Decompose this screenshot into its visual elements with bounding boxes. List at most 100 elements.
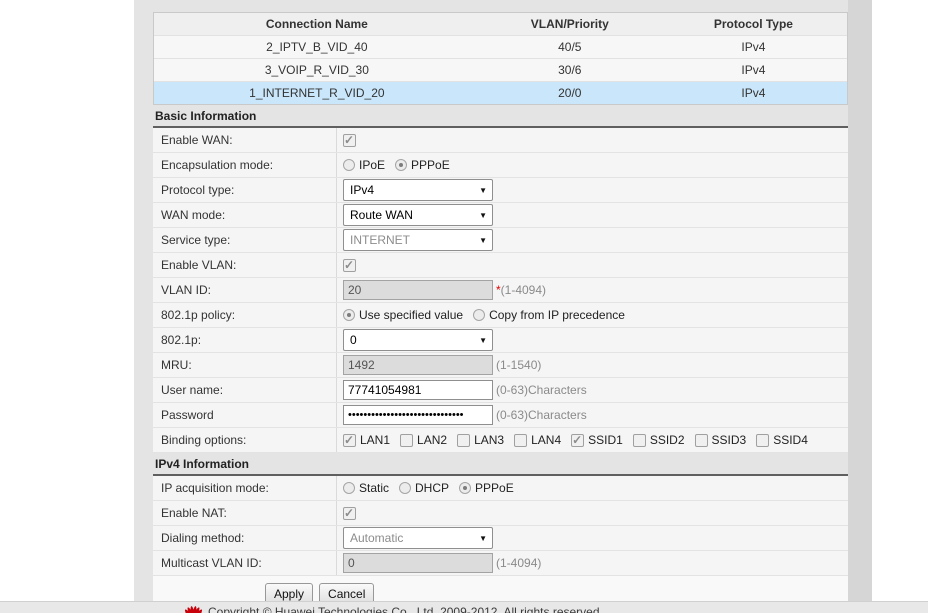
form-row-encapsulation-mode: Encapsulation mode: IPoE PPPoE <box>153 153 848 178</box>
form-row-multicast-vlan-id: Multicast VLAN ID: (1-4094) <box>153 551 848 576</box>
binding-options-label: Binding options: <box>153 428 337 452</box>
ssid4-checkbox[interactable]: ✓ <box>756 434 769 447</box>
copy-from-ip-precedence-radio[interactable] <box>473 309 485 321</box>
ssid1-checkbox[interactable]: ✓ <box>571 434 584 447</box>
form-row-password: Password (0-63)Characters <box>153 403 848 428</box>
vlan-id-input[interactable] <box>343 280 493 300</box>
form-row-binding-options: Binding options: ✓ LAN1 ✓ LAN2 ✓ LAN3 ✓ … <box>153 428 848 453</box>
mru-hint: (1-1540) <box>496 358 541 372</box>
column-header-connection-name: Connection Name <box>154 13 480 35</box>
cell-connection-name: 3_VOIP_R_VID_30 <box>154 59 480 81</box>
service-type-select[interactable]: INTERNET ▼ <box>343 229 493 251</box>
table-row-iptv[interactable]: 2_IPTV_B_VID_40 40/5 IPv4 <box>154 35 847 58</box>
table-row-internet[interactable]: 1_INTERNET_R_VID_20 20/0 IPv4 <box>154 81 847 104</box>
use-specified-value-radio[interactable] <box>343 309 355 321</box>
form-row-mru: MRU: (1-1540) <box>153 353 848 378</box>
lan1-checkbox[interactable]: ✓ <box>343 434 356 447</box>
dialing-method-label: Dialing method: <box>153 526 337 550</box>
cell-vlan-priority: 40/5 <box>480 36 660 58</box>
wan-mode-select[interactable]: Route WAN ▼ <box>343 204 493 226</box>
check-icon: ✓ <box>344 506 354 520</box>
cell-vlan-priority: 20/0 <box>480 82 660 104</box>
form-row-wan-mode: WAN mode: Route WAN ▼ <box>153 203 848 228</box>
form-row-user-name: User name: (0-63)Characters <box>153 378 848 403</box>
service-type-label: Service type: <box>153 228 337 252</box>
enable-nat-checkbox[interactable]: ✓ <box>343 507 356 520</box>
button-row: Apply Cancel <box>153 576 848 604</box>
8021p-select[interactable]: 0 ▼ <box>343 329 493 351</box>
lan2-checkbox[interactable]: ✓ <box>400 434 413 447</box>
ssid2-label: SSID2 <box>650 433 685 447</box>
ssid4-label: SSID4 <box>773 433 808 447</box>
enable-nat-label: Enable NAT: <box>153 501 337 525</box>
dhcp-radio-label: DHCP <box>415 481 449 495</box>
check-icon: ✓ <box>572 433 582 447</box>
huawei-logo-icon <box>185 605 202 613</box>
mru-input[interactable] <box>343 355 493 375</box>
content-panel: Connection Name VLAN/Priority Protocol T… <box>134 0 872 601</box>
form-row-enable-vlan: Enable VLAN: ✓ <box>153 253 848 278</box>
column-header-vlan-priority: VLAN/Priority <box>480 13 660 35</box>
protocol-type-label: Protocol type: <box>153 178 337 202</box>
lan4-label: LAN4 <box>531 433 561 447</box>
multicast-vlan-id-hint: (1-4094) <box>496 556 541 570</box>
user-name-input[interactable] <box>343 380 493 400</box>
check-icon: ✓ <box>344 258 354 272</box>
column-header-protocol-type: Protocol Type <box>660 13 847 35</box>
footer: Copyright © Huawei Technologies Co., Ltd… <box>0 601 928 613</box>
lan3-checkbox[interactable]: ✓ <box>457 434 470 447</box>
pppoe-acquisition-radio-label: PPPoE <box>475 481 514 495</box>
cell-protocol: IPv4 <box>660 36 847 58</box>
check-icon: ✓ <box>344 433 354 447</box>
enable-wan-checkbox[interactable]: ✓ <box>343 134 356 147</box>
table-row-voip[interactable]: 3_VOIP_R_VID_30 30/6 IPv4 <box>154 58 847 81</box>
dhcp-radio[interactable] <box>399 482 411 494</box>
lan4-checkbox[interactable]: ✓ <box>514 434 527 447</box>
cell-protocol: IPv4 <box>660 82 847 104</box>
enable-vlan-checkbox[interactable]: ✓ <box>343 259 356 272</box>
form-row-protocol-type: Protocol type: IPv4 ▼ <box>153 178 848 203</box>
ipoe-radio-label: IPoE <box>359 158 385 172</box>
section-header-basic-information: Basic Information <box>153 105 848 128</box>
user-name-hint: (0-63)Characters <box>496 383 587 397</box>
use-specified-value-label: Use specified value <box>359 308 463 322</box>
protocol-type-value: IPv4 <box>350 183 374 197</box>
password-input[interactable] <box>343 405 493 425</box>
cell-connection-name: 2_IPTV_B_VID_40 <box>154 36 480 58</box>
password-label: Password <box>153 403 337 427</box>
dialing-method-select[interactable]: Automatic ▼ <box>343 527 493 549</box>
service-type-value: INTERNET <box>350 233 410 247</box>
ip-acquisition-mode-label: IP acquisition mode: <box>153 476 337 500</box>
static-radio[interactable] <box>343 482 355 494</box>
chevron-down-icon: ▼ <box>479 528 487 549</box>
section-header-ipv4-information: IPv4 Information <box>153 453 848 476</box>
pppoe-radio-label: PPPoE <box>411 158 450 172</box>
form-row-8021p-policy: 802.1p policy: Use specified value Copy … <box>153 303 848 328</box>
protocol-type-select[interactable]: IPv4 ▼ <box>343 179 493 201</box>
wan-mode-value: Route WAN <box>350 208 413 222</box>
enable-vlan-label: Enable VLAN: <box>153 253 337 277</box>
ssid3-checkbox[interactable]: ✓ <box>695 434 708 447</box>
chevron-down-icon: ▼ <box>479 330 487 351</box>
chevron-down-icon: ▼ <box>479 230 487 251</box>
form-row-ip-acquisition-mode: IP acquisition mode: Static DHCP PPPoE <box>153 476 848 501</box>
lan2-label: LAN2 <box>417 433 447 447</box>
mru-label: MRU: <box>153 353 337 377</box>
pppoe-radio[interactable] <box>395 159 407 171</box>
ssid2-checkbox[interactable]: ✓ <box>633 434 646 447</box>
copy-from-ip-precedence-label: Copy from IP precedence <box>489 308 625 322</box>
form-row-service-type: Service type: INTERNET ▼ <box>153 228 848 253</box>
ssid1-label: SSID1 <box>588 433 623 447</box>
enable-wan-label: Enable WAN: <box>153 128 337 152</box>
lan3-label: LAN3 <box>474 433 504 447</box>
form-row-enable-wan: Enable WAN: ✓ <box>153 128 848 153</box>
copyright-text: Copyright © Huawei Technologies Co., Ltd… <box>208 605 603 613</box>
user-name-label: User name: <box>153 378 337 402</box>
check-icon: ✓ <box>344 133 354 147</box>
form-row-dialing-method: Dialing method: Automatic ▼ <box>153 526 848 551</box>
ipoe-radio[interactable] <box>343 159 355 171</box>
8021p-value: 0 <box>350 333 357 347</box>
form-row-8021p: 802.1p: 0 ▼ <box>153 328 848 353</box>
multicast-vlan-id-input[interactable] <box>343 553 493 573</box>
pppoe-acquisition-radio[interactable] <box>459 482 471 494</box>
